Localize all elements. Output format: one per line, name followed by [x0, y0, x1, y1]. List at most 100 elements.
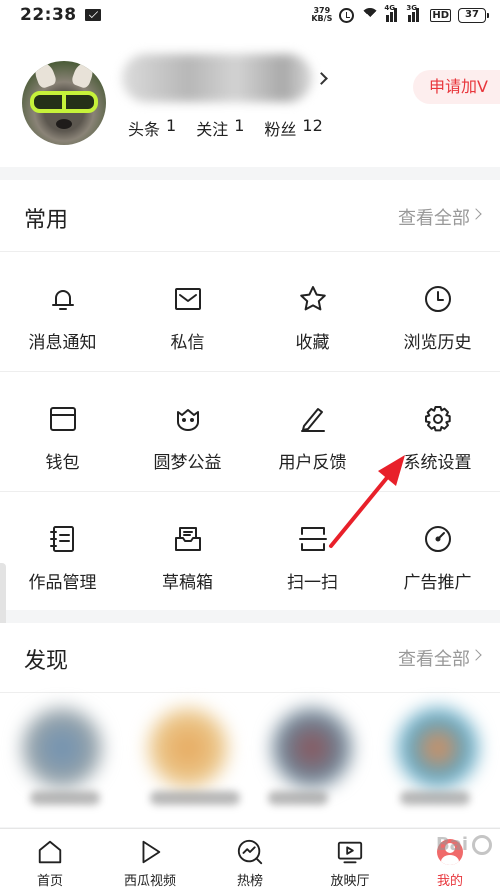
- menu-label: 用户反馈: [278, 453, 347, 473]
- menu-favorites[interactable]: 收藏: [250, 252, 375, 372]
- stat-label: 关注: [196, 120, 229, 139]
- nav-label: 首页: [36, 874, 63, 889]
- gauge-icon: [424, 526, 451, 552]
- wifi-icon: [361, 8, 380, 22]
- menu-history[interactable]: 浏览历史: [375, 252, 500, 372]
- home-icon: [38, 840, 62, 864]
- chevron-right-icon[interactable]: [315, 72, 328, 85]
- signal-4g-tag: 4G: [384, 4, 395, 12]
- play-icon: [142, 840, 161, 864]
- menu-label: 系统设置: [403, 453, 472, 473]
- gear-icon: [424, 406, 451, 432]
- nav-hot-list[interactable]: 热榜: [200, 829, 300, 889]
- nav-label: 西瓜视频: [123, 874, 176, 889]
- profile-header[interactable]: 头条 1 关注 1 粉丝 12 申请加V: [0, 30, 500, 167]
- menu-private-messages[interactable]: 私信: [125, 252, 250, 372]
- grid-row: 消息通知 私信 收藏 浏览历史: [0, 252, 500, 372]
- section-title: 常用: [24, 208, 69, 233]
- hd-badge: HD: [430, 8, 451, 22]
- discover-section: 发现 查看全部: [0, 623, 500, 827]
- status-time: 22:38: [20, 5, 77, 25]
- see-all-link[interactable]: 查看全部: [398, 645, 470, 671]
- nav-theater[interactable]: 放映厅: [300, 829, 400, 889]
- alarm-clock-icon: [339, 7, 355, 23]
- discover-item-label-blurred: [268, 791, 328, 805]
- menu-scan[interactable]: 扫一扫: [250, 492, 375, 612]
- section-title: 发现: [24, 649, 69, 674]
- menu-label: 钱包: [45, 453, 80, 473]
- apply-verification-button[interactable]: 申请加V: [413, 70, 500, 104]
- menu-label: 扫一扫: [287, 573, 338, 593]
- network-speed: 379 KB/S: [311, 7, 332, 23]
- chevron-right-icon[interactable]: [470, 208, 482, 220]
- menu-label: 浏览历史: [403, 333, 472, 353]
- battery-icon: 37: [458, 7, 489, 23]
- discover-item-thumbnail[interactable]: [148, 708, 228, 788]
- menu-feedback[interactable]: 用户反馈: [250, 372, 375, 492]
- nav-label: 我的: [436, 874, 463, 889]
- avatar[interactable]: [22, 61, 106, 145]
- menu-label: 私信: [170, 333, 205, 353]
- pencil-icon: [300, 408, 325, 432]
- profile-stats: 头条 1 关注 1 粉丝 12: [128, 116, 323, 140]
- see-all-link[interactable]: 查看全部: [398, 204, 470, 230]
- grid-row: 钱包 圆梦公益 用户反馈 系统设置: [0, 372, 500, 492]
- menu-label: 草稿箱: [162, 573, 213, 593]
- paw-logo-icon: [472, 834, 492, 855]
- nav-home[interactable]: 首页: [0, 829, 100, 889]
- notebook-icon: [49, 526, 74, 552]
- common-section-header: 常用 查看全部: [0, 180, 500, 252]
- notification-mail-icon: [84, 9, 101, 21]
- menu-drafts[interactable]: 草稿箱: [125, 492, 250, 612]
- scan-icon: [298, 527, 327, 551]
- menu-wallet[interactable]: 钱包: [0, 372, 125, 492]
- stat-following[interactable]: 关注 1: [196, 116, 244, 140]
- nav-label: 热榜: [236, 874, 263, 889]
- username-blurred[interactable]: [122, 54, 312, 102]
- menu-ad-promotion[interactable]: 广告推广: [375, 492, 500, 612]
- tv-icon: [337, 841, 363, 864]
- discover-item-thumbnail[interactable]: [272, 708, 352, 788]
- wallet-icon: [49, 407, 76, 431]
- nav-xigua-video[interactable]: 西瓜视频: [100, 829, 200, 889]
- stat-label: 头条: [128, 120, 161, 139]
- nav-label: 放映厅: [330, 874, 370, 889]
- network-speed-unit: KB/S: [311, 14, 333, 23]
- star-icon: [299, 286, 326, 311]
- menu-label: 作品管理: [28, 573, 97, 593]
- stat-value: 12: [302, 116, 323, 135]
- menu-system-settings[interactable]: 系统设置: [375, 372, 500, 492]
- menu-charity[interactable]: 圆梦公益: [125, 372, 250, 492]
- discover-item-label-blurred: [150, 791, 240, 805]
- menu-label: 收藏: [295, 333, 330, 353]
- mail-icon: [174, 288, 201, 310]
- discover-item-thumbnail[interactable]: [398, 708, 478, 788]
- stat-value: 1: [166, 116, 177, 135]
- discover-item-thumbnail[interactable]: [22, 708, 102, 788]
- common-section: 常用 查看全部 消息通知 私信 收藏 浏览历史 钱包 圆梦公益 用户反馈 系统设…: [0, 180, 500, 610]
- discover-item-label-blurred: [30, 791, 100, 805]
- menu-works-management[interactable]: 作品管理: [0, 492, 125, 612]
- chevron-right-icon[interactable]: [470, 649, 482, 661]
- watermark-text: Bai: [435, 834, 468, 855]
- stat-label: 粉丝: [264, 120, 297, 139]
- discover-item-label-blurred: [400, 791, 470, 805]
- menu-label: 广告推广: [403, 573, 472, 593]
- signal-3g-icon: 3G: [406, 4, 423, 22]
- stat-fans[interactable]: 粉丝 12: [264, 116, 322, 140]
- stat-value: 1: [234, 116, 245, 135]
- charity-icon: [176, 409, 199, 431]
- stat-headlines[interactable]: 头条 1: [128, 116, 176, 140]
- draft-box-icon: [174, 527, 201, 551]
- watermark: Bai: [436, 834, 492, 855]
- menu-label: 圆梦公益: [153, 453, 222, 473]
- bell-icon: [51, 290, 74, 310]
- grid-row: 作品管理 草稿箱 扫一扫 广告推广: [0, 492, 500, 612]
- menu-label: 消息通知: [28, 333, 97, 353]
- bottom-nav: 首页 西瓜视频 热榜 放映厅 我的: [0, 828, 500, 889]
- signal-4g-icon: 4G: [384, 4, 401, 22]
- clock-icon: [424, 286, 451, 312]
- menu-notifications[interactable]: 消息通知: [0, 252, 125, 372]
- status-bar: 22:38 379 KB/S 4G 3G HD 37: [0, 0, 500, 30]
- hot-list-icon: [237, 839, 263, 865]
